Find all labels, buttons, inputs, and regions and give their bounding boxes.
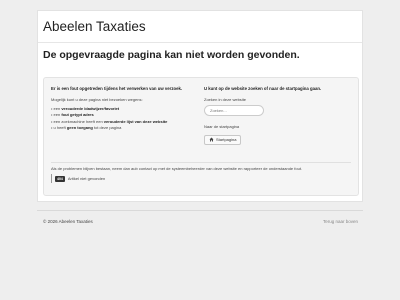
back-to-top-link[interactable]: Terug naar boven xyxy=(323,219,358,224)
error-code-label: Artikel niet gevonden xyxy=(67,176,106,181)
error-heading: Er is een fout opgetreden tijdens het ve… xyxy=(51,86,183,91)
home-label: Naar de startpagina xyxy=(204,124,240,129)
error-intro: Mogelijk kunt u deze pagina niet bezoeke… xyxy=(51,97,143,102)
search-input[interactable] xyxy=(204,105,264,116)
page-title: De opgevraagde pagina kan niet worden ge… xyxy=(43,49,300,61)
page-container: Abeelen Taxaties De opgevraagde pagina k… xyxy=(37,10,363,202)
error-code-row: 404 Artikel niet gevonden xyxy=(51,174,105,183)
panel-divider xyxy=(51,162,351,163)
home-icon xyxy=(209,137,214,142)
error-panel: Er is een fout opgetreden tijdens het ve… xyxy=(43,77,359,196)
contact-text: Als de problemen blijven bestaan, neem d… xyxy=(51,166,303,171)
error-code-badge: 404 xyxy=(55,175,65,182)
search-label: Zoeken in deze website xyxy=(204,97,247,102)
home-button[interactable]: Startpagina xyxy=(204,134,242,145)
reason-list: een verouderde bladwijzer/favoriet een f… xyxy=(51,106,201,132)
home-button-label: Startpagina xyxy=(216,137,237,142)
footer-divider xyxy=(37,210,363,211)
error-info-column: Er is een fout opgetreden tijdens het ve… xyxy=(51,86,201,132)
search-heading: U kunt op de website zoeken of naar de s… xyxy=(204,86,322,91)
search-column: U kunt op de website zoeken of naar de s… xyxy=(204,86,354,147)
vertical-bar xyxy=(51,174,52,183)
header-divider xyxy=(38,42,362,43)
site-brand[interactable]: Abeelen Taxaties xyxy=(43,19,146,34)
reason-item: u heeft geen toegang tot deze pagina xyxy=(51,125,201,131)
footer-copyright: © 2026 Abeelen Taxaties xyxy=(43,219,93,224)
